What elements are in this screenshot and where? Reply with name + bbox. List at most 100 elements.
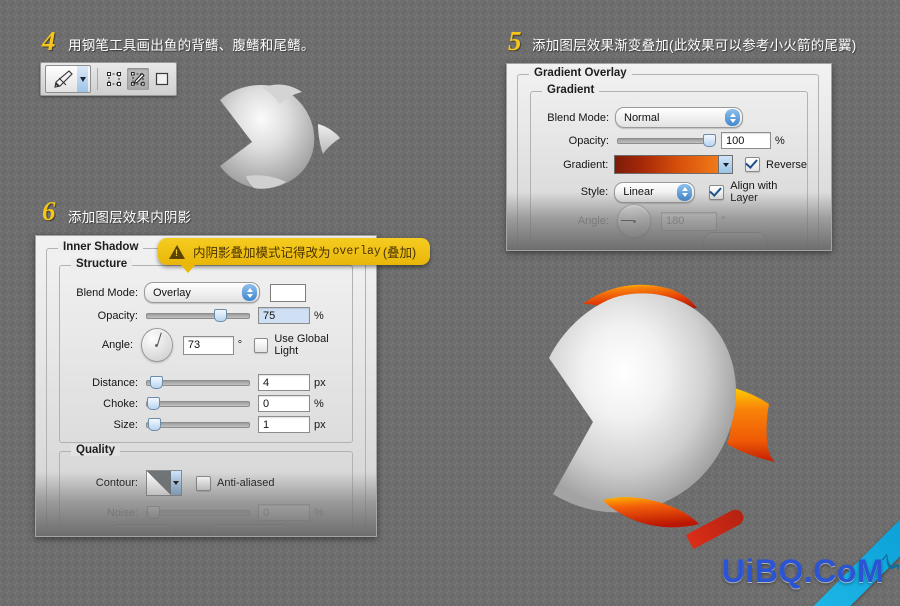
angle-dial[interactable] [617,204,651,238]
size-unit: px [314,418,326,431]
toolbar-divider [97,68,98,90]
is-angle-unit: ° [237,339,243,351]
inner-shadow-panel: Inner Shadow Structure Blend Mode: Overl… [35,235,377,537]
panel-ghost-button-2[interactable] [208,524,292,536]
distance-row: Distance: 4 px [66,374,350,391]
quality-title: Quality [71,444,120,456]
angle-unit: ° [721,215,726,227]
step-4-number: 4 [42,26,56,56]
blend-mode-value: Normal [624,111,660,124]
orange-finned-fish-illustration [505,262,805,552]
choke-label: Choke: [103,397,138,410]
size-row: Size: 1 px [66,416,350,433]
angle-label: Angle: [577,215,609,227]
is-angle-row: Angle: 73 ° Use Global Light [66,328,350,362]
callout-text-after: (叠加) [382,246,417,260]
step-5-text: 添加图层效果渐变叠加(此效果可以参考小火箭的尾翼) [532,38,857,53]
noise-slider[interactable] [146,506,250,519]
is-angle-value[interactable]: 73 [182,335,234,355]
distance-value[interactable]: 4 [258,374,310,391]
contour-swatch[interactable] [146,470,182,496]
structure-group: Structure Blend Mode: Overlay Opacity: 7… [59,258,353,443]
blend-mode-row: Blend Mode: Normal [539,107,799,128]
pen-icon [54,70,73,88]
stepper-arrows-icon[interactable] [725,109,740,126]
structure-title: Structure [71,258,133,270]
is-opacity-row: Opacity: 75 % [66,307,350,324]
is-blend-mode-row: Blend Mode: Overlay [66,282,350,303]
callout-text-before: 内阴影叠加模式记得改为 [193,246,331,260]
opacity-slider[interactable] [617,134,716,147]
angle-value[interactable]: 180 [661,211,717,231]
reverse-label: Reverse [766,158,807,171]
filled-square-icon [155,72,169,86]
angle-row: Angle: 180 ° [539,204,807,238]
is-blend-mode-value: Overlay [153,286,191,299]
noise-unit: % [314,506,324,519]
is-opacity-label: Opacity: [97,309,138,322]
gray-fish-illustration [190,78,350,208]
gradient-preset-dropdown[interactable] [718,156,733,173]
fill-mode-button[interactable] [151,68,173,90]
align-with-layer-checkbox[interactable] [709,184,725,200]
style-select[interactable]: Linear [614,181,696,203]
inner-shadow-group: Inner Shadow Structure Blend Mode: Overl… [46,241,366,536]
chevron-down-icon[interactable] [77,66,88,92]
is-opacity-unit: % [314,309,324,322]
gradient-swatch[interactable] [614,155,734,174]
choke-value[interactable]: 0 [258,395,310,412]
is-blend-mode-label: Blend Mode: [76,286,138,299]
pen-tool-options-bar[interactable] [40,62,177,96]
stepper-arrows-icon[interactable] [677,183,693,201]
size-value[interactable]: 1 [258,416,310,433]
gradient-overlay-group: Gradient Overlay Gradient Blend Mode: No… [517,67,819,250]
path-mode-button[interactable] [103,68,125,90]
choke-slider[interactable] [146,397,250,410]
contour-dropdown[interactable] [171,471,181,495]
is-opacity-slider[interactable] [146,309,250,322]
shape-pen-icon [131,72,145,86]
size-slider[interactable] [146,418,250,431]
panel-ghost-button[interactable] [703,232,767,250]
callout-text-mono: overlay [332,245,381,258]
stepper-arrows-icon[interactable] [242,284,257,301]
opacity-unit: % [775,134,785,147]
step-4-text: 用钢笔工具画出鱼的背鳍、腹鳍和尾鳍。 [68,38,315,53]
is-blend-mode-select[interactable]: Overlay [144,282,260,303]
gradient-label: Gradient: [563,158,609,171]
use-global-light-checkbox[interactable] [254,337,269,353]
style-row: Style: Linear Align with Layer [539,180,807,204]
distance-label: Distance: [92,376,138,389]
quality-group: Quality Contour: Anti-aliased Noise: 0 % [59,444,353,536]
gradient-group: Gradient Blend Mode: Normal Opacity: 100… [530,84,808,250]
style-label: Style: [580,186,609,198]
is-angle-dial[interactable] [141,328,173,362]
size-label: Size: [113,418,138,431]
noise-row: Noise: 0 % [66,504,350,521]
opacity-label: Opacity: [568,134,609,147]
choke-row: Choke: 0 % [66,395,350,412]
pen-tool[interactable] [45,65,91,93]
blend-mode-select[interactable]: Normal [615,107,743,128]
gradient-row: Gradient: Reverse [539,155,807,174]
overlay-warning-callout: 内阴影叠加模式记得改为 overlay (叠加) [158,238,431,273]
step-5-number: 5 [508,26,522,56]
use-global-light-label: Use Global Light [274,333,329,357]
noise-value[interactable]: 0 [258,504,310,521]
blend-mode-label: Blend Mode: [547,111,609,124]
gradient-overlay-panel: Gradient Overlay Gradient Blend Mode: No… [506,63,832,251]
shape-mode-button[interactable] [127,68,149,90]
align-with-layer-label: Align with Layer [730,180,778,204]
gradient-overlay-title: Gradient Overlay [529,67,632,79]
reverse-checkbox[interactable] [745,157,761,172]
gradient-preview [615,156,719,173]
opacity-value[interactable]: 100 [721,132,771,149]
shadow-color-swatch[interactable] [270,283,306,302]
anti-aliased-checkbox[interactable] [196,475,211,491]
callout-pointer [180,264,196,273]
distance-slider[interactable] [146,376,250,389]
is-opacity-value[interactable]: 75 [258,307,310,324]
step-6-text: 添加图层效果内阴影 [68,210,192,225]
panel-ghost-button-1[interactable] [108,524,176,536]
path-icon [107,72,121,86]
